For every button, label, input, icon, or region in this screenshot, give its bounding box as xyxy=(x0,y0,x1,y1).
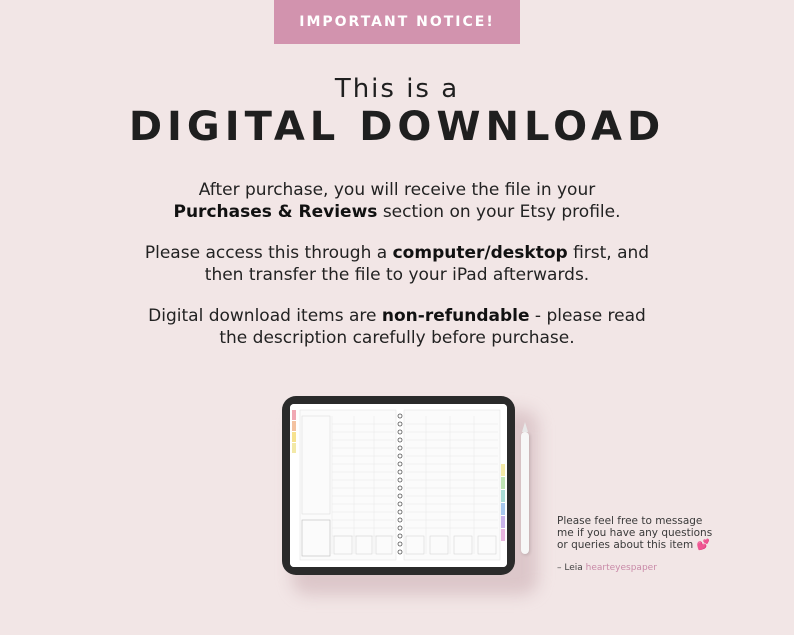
refund-info-post: - please read xyxy=(529,306,646,326)
access-info-paragraph: Please access this through a computer/de… xyxy=(0,242,794,286)
refund-info-pre: Digital download items are xyxy=(148,306,382,326)
headline-this-is-a: This is a xyxy=(334,74,460,104)
contact-note-line1: Please feel free to message xyxy=(557,515,703,527)
planner-screen-image xyxy=(290,404,507,567)
planner-preview-graphic xyxy=(290,404,507,567)
headline-digital-download: DIGITAL DOWNLOAD xyxy=(128,104,666,150)
signature-handle: hearteyespaper xyxy=(585,563,657,573)
access-info-line2: then transfer the file to your iPad afte… xyxy=(204,265,590,285)
refund-info-paragraph: Digital download items are non-refundabl… xyxy=(0,305,794,349)
purchase-info-rest: section on your Etsy profile. xyxy=(377,202,621,222)
refund-info-line2: the description carefully before purchas… xyxy=(219,328,575,348)
important-notice-banner: IMPORTANT NOTICE! xyxy=(274,0,520,44)
signature: – Leia hearteyespaper xyxy=(557,563,657,573)
banner-label: IMPORTANT NOTICE! xyxy=(299,14,495,30)
contact-note-line3: or queries about this item 💕 xyxy=(557,539,712,551)
heart-emoji-icon: 💕 xyxy=(696,539,710,551)
contact-note: Please feel free to message me if you ha… xyxy=(557,515,712,551)
non-refundable-bold: non-refundable xyxy=(381,306,530,326)
ipad-mockup-image xyxy=(282,396,515,575)
apple-pencil-image xyxy=(521,422,529,554)
contact-note-line3-text: or queries about this item xyxy=(557,539,694,551)
access-info-pre: Please access this through a xyxy=(144,243,393,263)
access-info-post: first, and xyxy=(567,243,650,263)
access-info-line1: Please access this through a computer/de… xyxy=(0,242,794,264)
contact-note-line2: me if you have any questions xyxy=(557,527,713,539)
purchase-info-line2: Purchases & Reviews section on your Etsy… xyxy=(0,201,794,223)
refund-info-line1: Digital download items are non-refundabl… xyxy=(0,305,794,327)
signature-prefix: – Leia xyxy=(557,563,586,573)
purchases-reviews-bold: Purchases & Reviews xyxy=(173,202,378,222)
computer-desktop-bold: computer/desktop xyxy=(392,243,568,263)
purchase-info-paragraph: After purchase, you will receive the fil… xyxy=(0,179,794,223)
purchase-info-line1: After purchase, you will receive the fil… xyxy=(198,180,596,200)
